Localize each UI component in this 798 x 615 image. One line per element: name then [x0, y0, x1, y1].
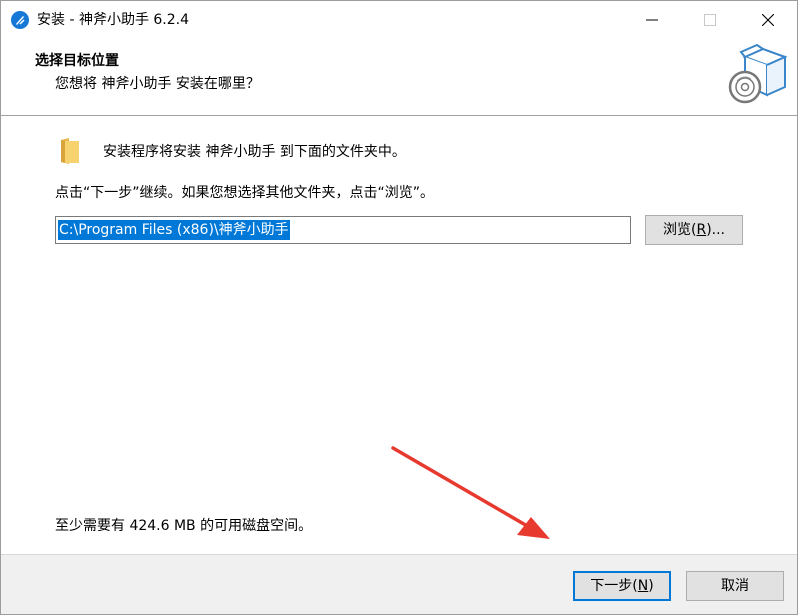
header-divider [1, 115, 797, 116]
browse-label: 浏览( [662, 222, 697, 238]
folder-icon [61, 138, 79, 164]
destination-path-input[interactable]: C:\Program Files (x86)\神斧小助手 [55, 216, 631, 244]
title-bar: 安装 - 神斧小助手 6.2.4 [1, 1, 797, 39]
app-icon [11, 11, 29, 29]
close-icon [762, 14, 774, 26]
installer-window: 安装 - 神斧小助手 6.2.4 选择目标位置 您想将 神斧小助手 安装在哪里？ [0, 0, 798, 615]
wizard-footer: 下一步(N) 取消 [1, 554, 797, 614]
wizard-header: 选择目标位置 您想将 神斧小助手 安装在哪里？ [1, 39, 797, 115]
instruction-text: 点击“下一步”继续。如果您想选择其他文件夹，点击“浏览”。 [55, 185, 435, 201]
setup-box-icon [728, 43, 788, 104]
next-hotkey: N [637, 578, 649, 594]
minimize-icon [646, 19, 658, 21]
cancel-button[interactable]: 取消 [686, 571, 784, 601]
window-title: 安装 - 神斧小助手 6.2.4 [37, 12, 190, 28]
minimize-button[interactable] [629, 1, 675, 39]
maximize-button[interactable] [687, 1, 733, 39]
destination-path-value: C:\Program Files (x86)\神斧小助手 [58, 220, 290, 240]
browse-hotkey: R [696, 222, 707, 238]
browse-label-tail: )... [706, 222, 725, 238]
browse-button[interactable]: 浏览(R)... [645, 215, 743, 245]
disk-space-text: 至少需要有 424.6 MB 的可用磁盘空间。 [55, 518, 313, 534]
maximize-icon [704, 14, 716, 26]
next-label: 下一步( [590, 578, 638, 594]
next-button[interactable]: 下一步(N) [573, 571, 671, 601]
close-button[interactable] [745, 1, 791, 39]
page-title: 选择目标位置 [35, 53, 119, 69]
install-info-text: 安装程序将安装 神斧小助手 到下面的文件夹中。 [103, 144, 406, 160]
next-label-tail: ) [648, 578, 654, 594]
page-subtitle: 您想将 神斧小助手 安装在哪里？ [55, 76, 260, 92]
